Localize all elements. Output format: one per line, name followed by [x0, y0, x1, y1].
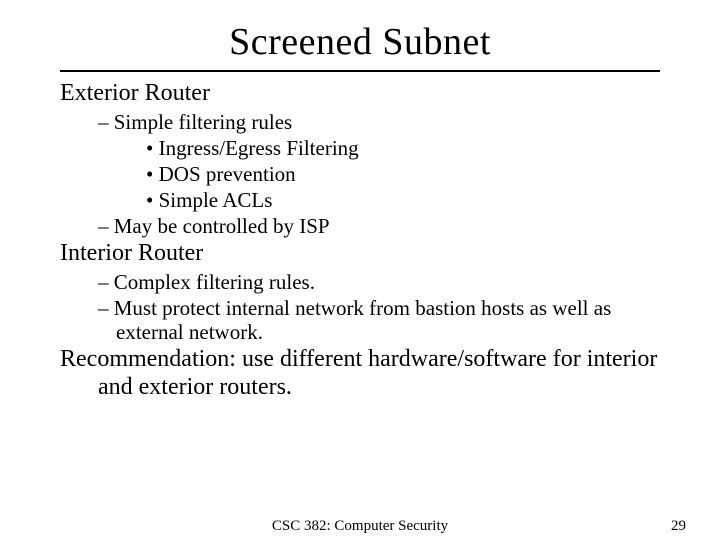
- bullet-item: Simple filtering rules: [60, 110, 660, 134]
- footer-course: CSC 382: Computer Security: [0, 518, 720, 535]
- footer-page-number: 29: [671, 518, 686, 535]
- section-heading: Interior Router: [60, 240, 660, 268]
- bullet-text: Must protect internal network from basti…: [114, 296, 612, 344]
- bullet-text: Ingress/Egress Filtering: [159, 136, 359, 160]
- section-heading: Exterior Router: [60, 80, 660, 108]
- bullet-text: Simple ACLs: [159, 188, 273, 212]
- slide-title: Screened Subnet: [60, 20, 660, 70]
- title-rule: [60, 70, 660, 72]
- sub-bullet-item: DOS prevention: [60, 162, 660, 186]
- bullet-text: DOS prevention: [159, 162, 296, 186]
- slide-body: Exterior Router Simple filtering rules I…: [60, 80, 660, 402]
- slide: Screened Subnet Exterior Router Simple f…: [0, 0, 720, 540]
- bullet-item: Must protect internal network from basti…: [60, 296, 660, 344]
- bullet-item: May be controlled by ISP: [60, 214, 660, 238]
- recommendation-text: Recommendation: use different hardware/s…: [60, 346, 660, 401]
- sub-bullet-item: Ingress/Egress Filtering: [60, 136, 660, 160]
- bullet-text: Simple filtering rules: [114, 110, 292, 134]
- bullet-text: Complex filtering rules.: [114, 270, 315, 294]
- bullet-item: Complex filtering rules.: [60, 270, 660, 294]
- sub-bullet-item: Simple ACLs: [60, 188, 660, 212]
- bullet-text: May be controlled by ISP: [114, 214, 330, 238]
